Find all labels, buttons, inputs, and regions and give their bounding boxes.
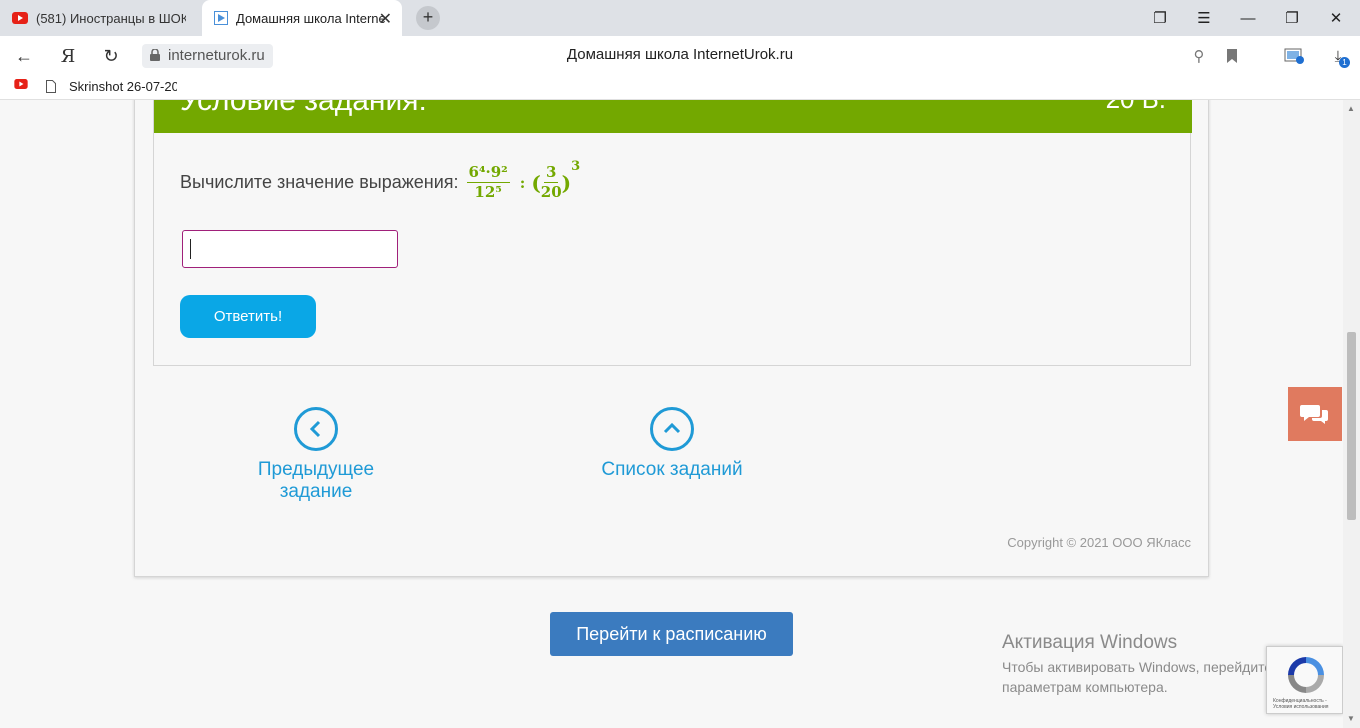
submit-button[interactable]: Ответить! — [180, 295, 316, 338]
task-box: Условие задания: 20 Б. Вычислите значени… — [153, 100, 1192, 366]
task-list-label: Список заданий — [601, 459, 743, 480]
tab-youtube[interactable]: (581) Иностранцы в ШОК — [0, 0, 200, 36]
page-icon — [46, 80, 56, 93]
chevron-left-icon — [294, 407, 338, 451]
minimize-icon[interactable]: — — [1226, 0, 1270, 36]
task-card: Условие задания: 20 Б. Вычислите значени… — [134, 100, 1209, 577]
yandex-icon[interactable]: Я — [56, 44, 80, 68]
fraction-main: 6⁴·9² 12⁵ — [466, 163, 510, 201]
division-operator: : — [519, 173, 526, 192]
page-content: Условие задания: 20 Б. Вычислите значени… — [0, 100, 1343, 728]
activation-line2: параметрам компьютера. — [1002, 679, 1168, 695]
lock-icon — [150, 49, 160, 61]
recaptcha-text[interactable]: Конфиденциальность - Условия использован… — [1273, 698, 1342, 710]
scroll-thumb[interactable] — [1347, 332, 1356, 520]
task-header: Условие задания: 20 Б. — [154, 100, 1192, 133]
question-label: Вычислите значение выражения: — [180, 172, 459, 192]
prev-task-label: Предыдущее задание — [257, 459, 375, 502]
close-window-icon[interactable]: ✕ — [1314, 0, 1358, 36]
restore-icon[interactable]: ❐ — [1270, 0, 1314, 36]
tab-bar: (581) Иностранцы в ШОК Домашняя школа In… — [0, 0, 1360, 36]
text-caret — [190, 239, 191, 259]
math-expression: 6⁴·9² 12⁵ : ( 3 20 ) 3 — [466, 159, 581, 201]
activation-title: Активация Windows — [1002, 632, 1178, 653]
download-badge: 1 — [1339, 57, 1350, 68]
page-scrollbar[interactable]: ▲ ▼ — [1343, 100, 1360, 728]
scroll-down-icon[interactable]: ▼ — [1347, 714, 1355, 723]
tab-close-icon[interactable]: ✕ — [379, 9, 392, 29]
tab-interneturok[interactable]: Домашняя школа InternetUrok.ru ✕ — [202, 0, 402, 36]
url-field[interactable]: interneturok.ru — [142, 44, 273, 68]
schedule-button[interactable]: Перейти к расписанию — [550, 612, 793, 656]
url-text: interneturok.ru — [168, 47, 265, 64]
chevron-up-icon — [650, 407, 694, 451]
fraction-numerator: 6⁴·9² — [466, 163, 510, 183]
tab-title: (581) Иностранцы в ШОК — [36, 10, 186, 26]
task-points: 20 Б. — [1106, 100, 1166, 115]
paren-numerator: 3 — [544, 163, 559, 183]
play-icon — [214, 11, 228, 25]
activation-line1: Чтобы активировать Windows, перейдите — [1002, 659, 1273, 675]
paren-denominator: 20 — [540, 183, 562, 201]
tabs-overview-icon[interactable]: ❐ — [1138, 0, 1182, 36]
paren-exponent: 3 — [571, 159, 581, 174]
tab-title: Домашняя школа InternetUrok.ru — [236, 10, 386, 26]
screenshot-icon[interactable] — [1282, 44, 1306, 68]
chat-icon — [1300, 405, 1328, 424]
menu-icon[interactable]: ☰ — [1182, 0, 1226, 36]
youtube-icon — [12, 12, 28, 24]
bookmark-icon[interactable] — [1220, 44, 1244, 68]
zoom-icon[interactable]: ⚲ — [1187, 44, 1211, 68]
download-icon[interactable]: ⤓ 1 — [1326, 44, 1350, 68]
fraction-paren: 3 20 — [541, 165, 562, 200]
scroll-up-icon[interactable]: ▲ — [1347, 104, 1355, 113]
recaptcha-badge[interactable]: Конфиденциальность - Условия использован… — [1266, 646, 1343, 714]
question: Вычислите значение выражения: 6⁴·9² 12⁵ … — [180, 159, 581, 201]
task-header-title: Условие задания: — [180, 100, 427, 117]
fraction-denominator: 12⁵ — [474, 183, 502, 201]
new-tab-button[interactable]: + — [416, 6, 440, 30]
bookmark-youtube[interactable] — [14, 79, 28, 89]
chat-button[interactable] — [1288, 387, 1342, 441]
windows-activation-watermark: Активация Windows Чтобы активировать Win… — [1002, 632, 1272, 697]
bookmarks-bar: Skrinshot 26-07-20 — [0, 76, 1360, 100]
bookmark-label: Skrinshot 26-07-20 — [69, 79, 177, 94]
recaptcha-icon — [1288, 657, 1324, 693]
youtube-icon — [14, 79, 28, 89]
reload-icon[interactable]: ↻ — [99, 44, 123, 68]
task-list-link[interactable]: Список заданий — [592, 407, 752, 481]
back-icon[interactable]: ← — [12, 44, 36, 68]
copyright: Copyright © 2021 ООО ЯКласс — [1007, 535, 1191, 550]
bookmark-skrinshot[interactable]: Skrinshot 26-07-20 — [46, 79, 177, 94]
address-bar: ← Я ↻ interneturok.ru Домашняя школа Int… — [0, 36, 1360, 76]
answer-input[interactable] — [182, 230, 398, 268]
prev-task-link[interactable]: Предыдущее задание — [221, 407, 411, 503]
